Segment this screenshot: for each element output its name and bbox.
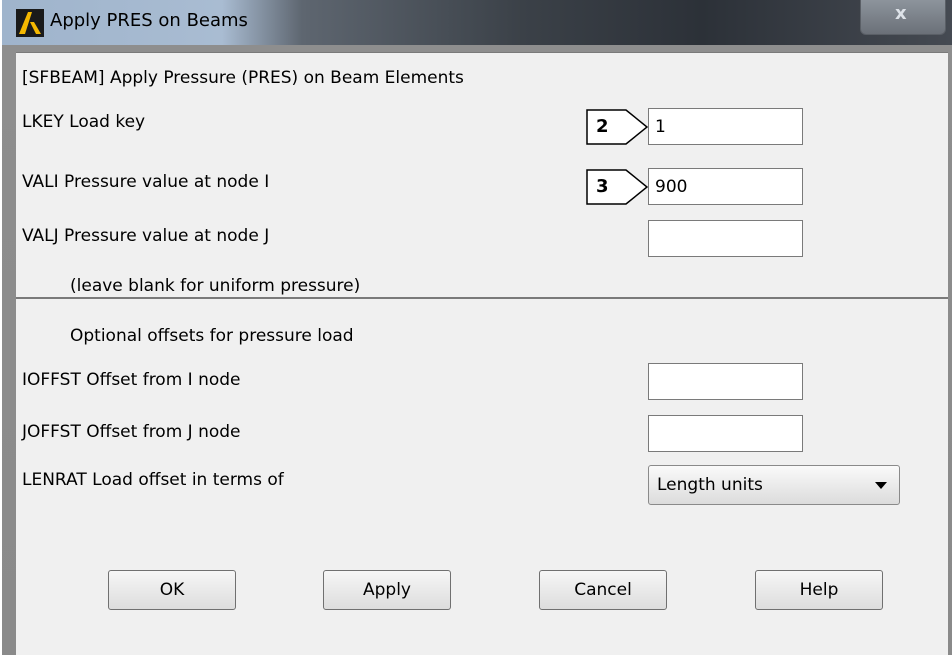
dialog-window: Apply PRES on Beams x [SFBEAM] Apply Pre…	[2, 0, 952, 655]
joffst-input[interactable]	[648, 415, 803, 452]
title-bar[interactable]: Apply PRES on Beams x	[2, 0, 952, 45]
joffst-label: JOFFST Offset from J node	[22, 422, 241, 442]
lkey-input[interactable]	[648, 108, 803, 145]
lkey-label: LKEY Load key	[22, 112, 146, 132]
apply-button[interactable]: Apply	[323, 570, 451, 610]
ioffst-label: IOFFST Offset from I node	[22, 370, 241, 390]
blank-note: (leave blank for uniform pressure)	[70, 276, 361, 296]
close-button[interactable]: x	[860, 0, 946, 35]
cancel-button[interactable]: Cancel	[539, 570, 667, 610]
dialog-heading: [SFBEAM] Apply Pressure (PRES) on Beam E…	[22, 68, 464, 88]
ok-button[interactable]: OK	[108, 570, 236, 610]
panel-border	[16, 52, 948, 53]
vali-label: VALI Pressure value at node I	[22, 172, 270, 192]
lenrat-label: LENRAT Load offset in terms of	[22, 470, 284, 490]
valj-input[interactable]	[648, 220, 803, 257]
section-divider	[16, 297, 948, 299]
chevron-down-icon[interactable]	[875, 482, 887, 489]
callout-number-2: 2	[596, 116, 609, 137]
offsets-heading: Optional offsets for pressure load	[70, 326, 354, 346]
ansys-logo-icon	[16, 9, 44, 37]
ioffst-input[interactable]	[648, 363, 803, 400]
vali-input[interactable]	[648, 168, 803, 205]
close-icon: x	[895, 3, 907, 24]
help-button[interactable]: Help	[755, 570, 883, 610]
dialog-panel: [SFBEAM] Apply Pressure (PRES) on Beam E…	[16, 52, 948, 655]
callout-number-3: 3	[596, 176, 609, 197]
lenrat-selected: Length units	[657, 475, 763, 495]
lenrat-dropdown[interactable]: Length units	[648, 465, 900, 505]
valj-label: VALJ Pressure value at node J	[22, 226, 270, 246]
window-title: Apply PRES on Beams	[50, 10, 248, 31]
